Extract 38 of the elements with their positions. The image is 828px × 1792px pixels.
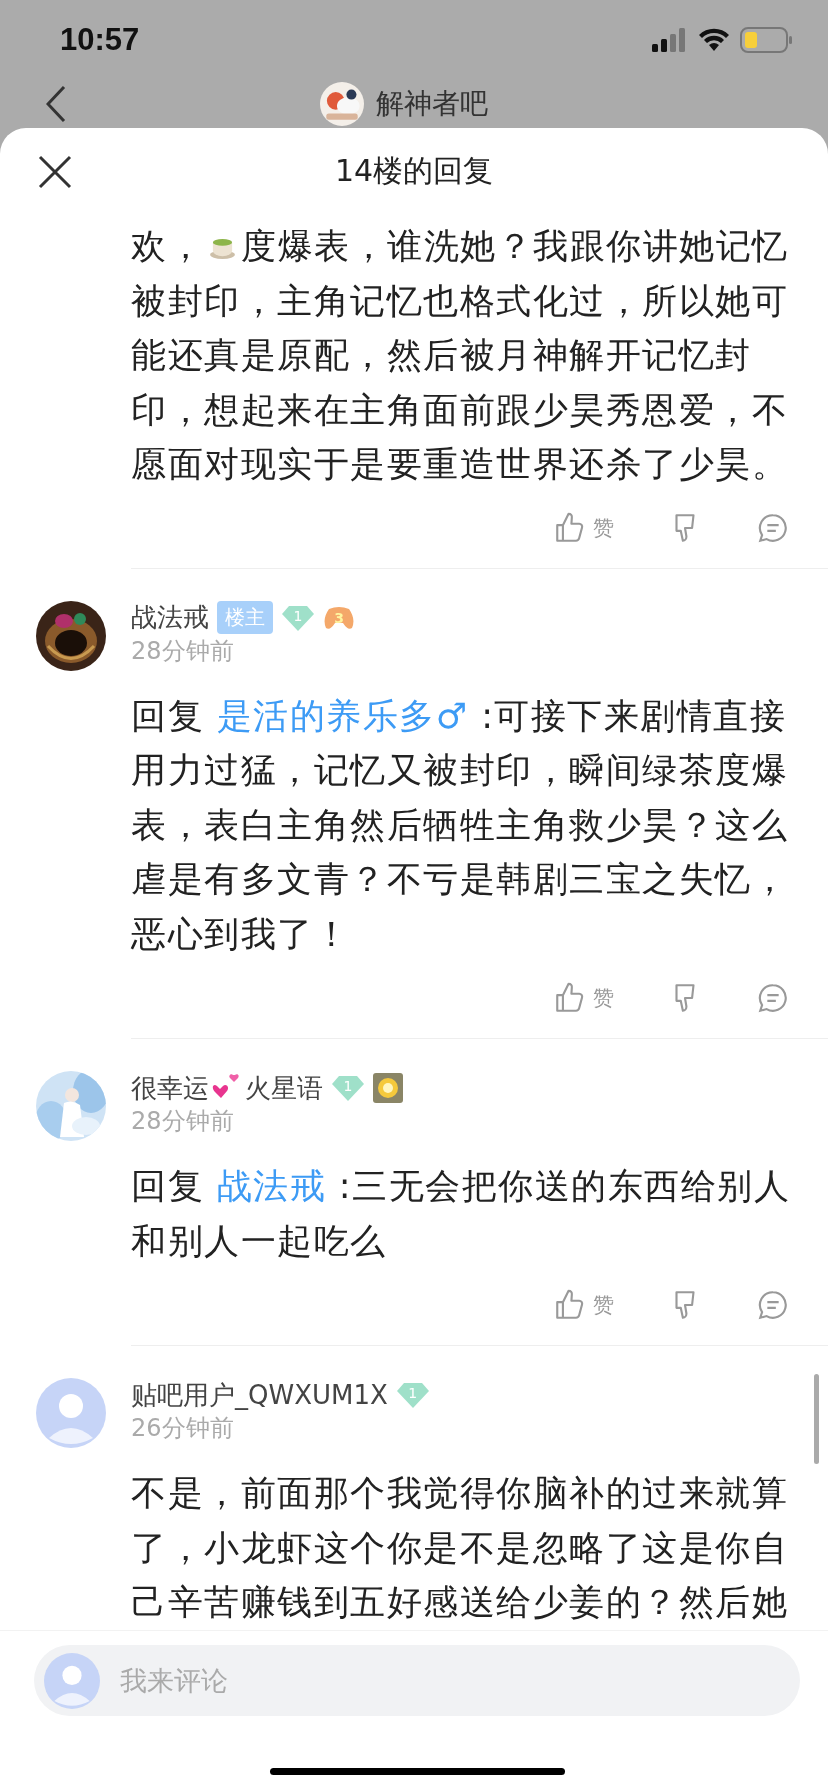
wifi-icon (698, 28, 730, 52)
avatar-icon (36, 1378, 106, 1448)
post-time: 26分钟前 (131, 1413, 235, 1444)
comment-text: 回复 是活的养乐多♂ :可接下来剧情直接用力过猛，记忆又被封印，瞬间绿茶度爆表，表白主角然后牺牲主角救少昊？这么虐是有多文青？不亏是韩剧三宝之失忆，恶心到我了！ (131, 694, 789, 956)
speech-bubble-icon (756, 1288, 790, 1322)
user-link[interactable]: 战法戒 (216, 1166, 327, 1206)
close-icon (38, 154, 72, 189)
comment-field[interactable]: 我来评论 (34, 1645, 800, 1716)
comment-text: 不是，前面那个我觉得你脑补的过来就算了，小龙虾这个你是不是忽略了这是你自己辛苦赚钱到五好感送给少姜的？然后她 (131, 1472, 789, 1624)
back-chevron-icon (46, 86, 66, 122)
forum-title: 解神者吧 (376, 87, 488, 121)
user-name[interactable]: 战法戒 (131, 600, 209, 635)
battery-icon (740, 27, 792, 53)
speech-bubble-icon (756, 981, 790, 1015)
owner-badge: 楼主 (217, 601, 273, 634)
comment-input-field[interactable]: 我来评论 (118, 1664, 800, 1697)
comment-text: 欢， 度爆表，谁洗她？我跟你讲她记忆被封印，主角记忆也格式化过，所以她可能还真是原配，然后被月神解开记忆封印，想起来在主角面前跟少昊秀恩爱，不愿面对现实于是要重造世界还杀了少昊。 (131, 225, 790, 486)
user-link[interactable]: 是活的养乐多♂ (216, 695, 469, 736)
clock-time: 10:57 (60, 22, 140, 58)
post-time: 28分钟前 (131, 635, 235, 667)
level-badge: 1 (281, 603, 315, 632)
signal-icon (652, 28, 688, 52)
user-name[interactable]: 很幸运 (131, 1070, 209, 1106)
like-button[interactable]: 赞 (553, 981, 614, 1015)
user-name[interactable]: 贴吧用户_QWXUM1X (131, 1377, 388, 1413)
like-button[interactable]: 赞 (553, 510, 614, 545)
level-badge: 1 (395, 1381, 430, 1409)
like-button[interactable]: 赞 (553, 1288, 614, 1322)
avatar-icon (44, 1652, 100, 1709)
sun-medal-icon (373, 1073, 403, 1103)
user-name[interactable]: 火星语 (245, 1070, 323, 1106)
reply-button[interactable] (756, 981, 790, 1015)
level-badge: 1 (331, 1074, 365, 1102)
gamepad-badge: 3 (323, 604, 355, 631)
post-time: 28分钟前 (131, 1106, 235, 1137)
reply-button[interactable] (756, 1288, 790, 1322)
sheet-title: 14楼的回复 (333, 152, 495, 190)
comment-text: 回复 战法戒 :三无会把你送的东西给别人和别人一起吃么 (131, 1165, 792, 1263)
